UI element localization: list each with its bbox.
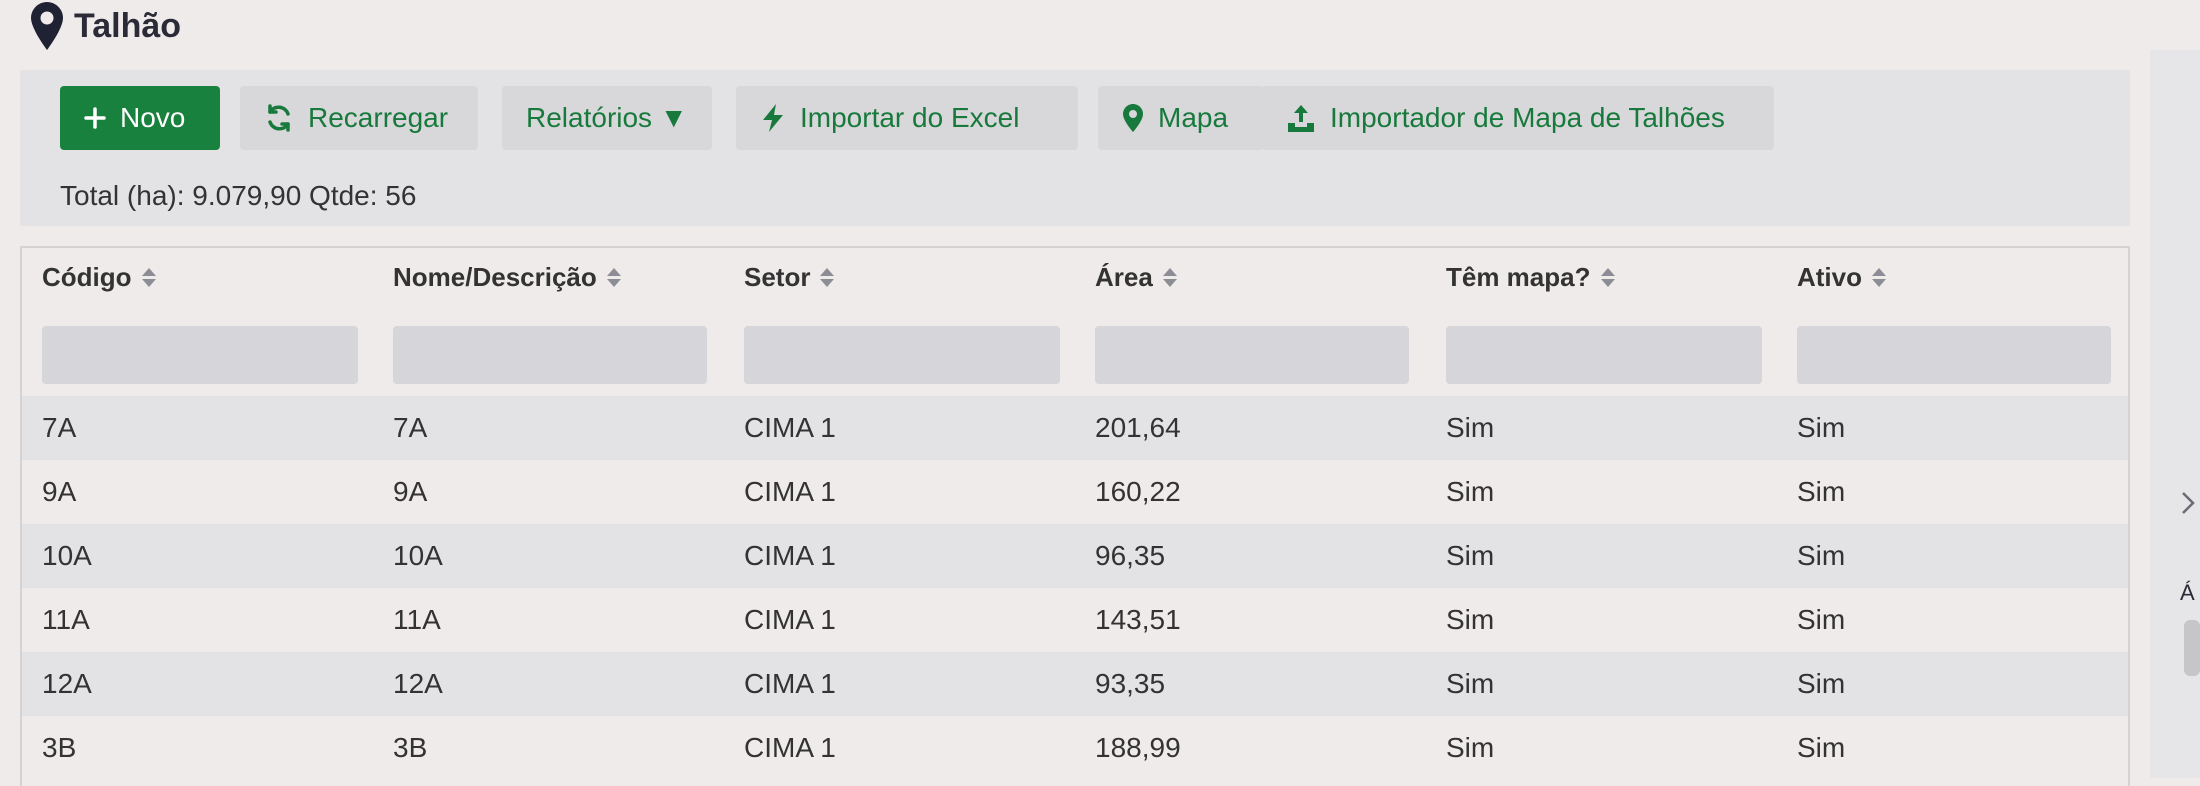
plots-table: Código Nome/Descrição Setor Área Têm map…: [20, 246, 2130, 786]
right-side-panel: Á: [2150, 50, 2200, 778]
cell-name: 7A: [393, 412, 428, 443]
new-button-label: Novo: [120, 102, 186, 133]
cell-code: 12A: [42, 668, 92, 699]
chevron-right-icon[interactable]: [2180, 490, 2196, 521]
column-header-label: Ativo: [1797, 262, 1862, 292]
cell-has-map: Sim: [1446, 412, 1495, 443]
table-row[interactable]: 12A 12A CIMA 1 93,35 Sim Sim: [22, 652, 2128, 716]
cell-code: 3B: [42, 732, 77, 763]
column-header-active[interactable]: Ativo: [1797, 262, 1886, 293]
column-header-area[interactable]: Área: [1095, 262, 1177, 293]
sort-icon: [820, 268, 835, 287]
map-pin-icon: [28, 0, 66, 52]
column-header-label: Código: [42, 262, 132, 292]
refresh-icon: [264, 103, 294, 133]
cell-area: 188,99: [1095, 732, 1181, 763]
reports-button-label: Relatórios ▼: [526, 102, 688, 133]
cell-name: 10A: [393, 540, 443, 571]
reload-button-label: Recarregar: [308, 102, 449, 133]
sort-icon: [1162, 268, 1177, 287]
cell-active: Sim: [1797, 668, 1846, 699]
cell-sector: CIMA 1: [744, 604, 836, 635]
upload-icon: [1286, 103, 1316, 133]
table-row[interactable]: 3B 3B CIMA 1 188,99 Sim Sim: [22, 716, 2128, 780]
cell-name: 9A: [393, 476, 428, 507]
cell-has-map: Sim: [1446, 732, 1495, 763]
plot-map-importer-button[interactable]: Importador de Mapa de Talhões: [1262, 86, 1774, 150]
column-header-label: Setor: [744, 262, 811, 292]
cell-has-map: Sim: [1446, 540, 1495, 571]
cell-sector: CIMA 1: [744, 732, 836, 763]
filter-input-area[interactable]: [1095, 326, 1409, 384]
plot-map-importer-label: Importador de Mapa de Talhões: [1330, 102, 1725, 133]
cell-code: 9A: [42, 476, 77, 507]
plus-icon: [84, 107, 106, 129]
column-header-label: Área: [1095, 262, 1153, 292]
cell-active: Sim: [1797, 412, 1846, 443]
filter-input-active[interactable]: [1797, 326, 2111, 384]
cell-has-map: Sim: [1446, 668, 1495, 699]
new-button[interactable]: Novo: [60, 86, 220, 150]
lightning-icon: [760, 103, 786, 133]
column-header-has-map[interactable]: Têm mapa?: [1446, 262, 1615, 293]
map-marker-icon: [1122, 103, 1144, 133]
sort-icon: [1600, 268, 1615, 287]
cell-active: Sim: [1797, 732, 1846, 763]
table-row[interactable]: 11A 11A CIMA 1 143,51 Sim Sim: [22, 588, 2128, 652]
cell-has-map: Sim: [1446, 604, 1495, 635]
column-header-sector[interactable]: Setor: [744, 262, 835, 293]
sort-icon: [1872, 268, 1886, 287]
cell-area: 93,35: [1095, 668, 1166, 699]
filter-input-has-map[interactable]: [1446, 326, 1762, 384]
cell-code: 7A: [42, 412, 77, 443]
filter-input-code[interactable]: [42, 326, 358, 384]
cell-active: Sim: [1797, 540, 1846, 571]
toolbar-panel: Novo Recarregar Relatórios ▼ Importar do…: [20, 70, 2130, 226]
cell-area: 96,35: [1095, 540, 1166, 571]
table-row[interactable]: 10A 10A CIMA 1 96,35 Sim Sim: [22, 524, 2128, 588]
filter-input-sector[interactable]: [744, 326, 1060, 384]
column-header-name[interactable]: Nome/Descrição: [393, 262, 621, 293]
column-header-code[interactable]: Código: [42, 262, 156, 293]
cell-sector: CIMA 1: [744, 476, 836, 507]
cell-area: 143,51: [1095, 604, 1181, 635]
cell-area: 160,22: [1095, 476, 1181, 507]
cell-area: 201,64: [1095, 412, 1181, 443]
table-row[interactable]: 7A 7A CIMA 1 201,64 Sim Sim: [22, 396, 2128, 460]
sort-icon: [606, 268, 621, 287]
cell-active: Sim: [1797, 476, 1846, 507]
map-button-label: Mapa: [1158, 102, 1229, 133]
page-header: Talhão: [28, 0, 181, 52]
total-summary: Total (ha): 9.079,90 Qtde: 56: [60, 180, 417, 211]
reports-dropdown-button[interactable]: Relatórios ▼: [502, 86, 712, 150]
cell-name: 12A: [393, 668, 443, 699]
filter-input-name[interactable]: [393, 326, 707, 384]
cell-name: 3B: [393, 732, 428, 763]
cell-name: 11A: [393, 604, 441, 635]
import-excel-button[interactable]: Importar do Excel: [736, 86, 1078, 150]
column-header-label: Têm mapa?: [1446, 262, 1591, 292]
cell-sector: CIMA 1: [744, 540, 836, 571]
sort-icon: [141, 268, 156, 287]
cell-sector: CIMA 1: [744, 668, 836, 699]
page-title: Talhão: [74, 6, 182, 45]
panel-glyph: Á: [2180, 580, 2195, 605]
table-header: Código Nome/Descrição Setor Área Têm map…: [22, 248, 2128, 398]
cell-has-map: Sim: [1446, 476, 1495, 507]
table-row[interactable]: 9A 9A CIMA 1 160,22 Sim Sim: [22, 460, 2128, 524]
cell-sector: CIMA 1: [744, 412, 836, 443]
cell-code: 10A: [42, 540, 92, 571]
map-button[interactable]: Mapa: [1098, 86, 1264, 150]
import-excel-button-label: Importar do Excel: [800, 102, 1020, 133]
cell-code: 11A: [42, 604, 90, 635]
column-header-label: Nome/Descrição: [393, 262, 597, 292]
scrollbar-thumb[interactable]: [2184, 620, 2200, 676]
cell-active: Sim: [1797, 604, 1846, 635]
reload-button[interactable]: Recarregar: [240, 86, 478, 150]
